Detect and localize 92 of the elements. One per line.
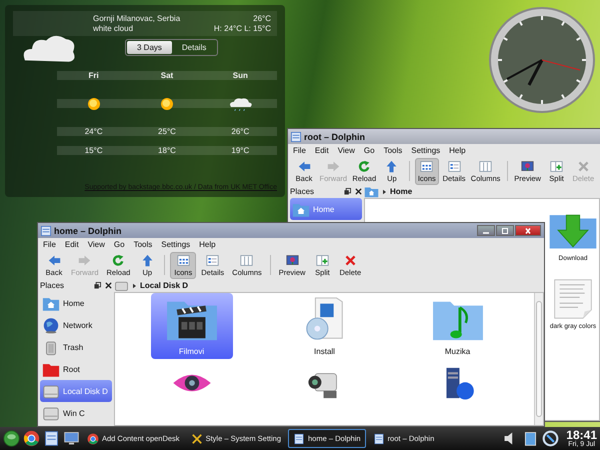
places-item[interactable]: Home — [290, 198, 362, 220]
detach-icon[interactable] — [94, 282, 101, 289]
forward-icon — [326, 160, 340, 172]
drive-icon — [42, 404, 60, 422]
back-icon — [298, 160, 310, 172]
window-title: root – Dolphin — [304, 132, 365, 142]
columns-icon — [479, 160, 492, 172]
panel-title: Places — [40, 281, 64, 290]
columns-icon — [240, 254, 254, 266]
high-temperature: 26°C — [230, 127, 250, 136]
file-manager-icon — [291, 132, 301, 142]
panel-title: Places — [290, 187, 314, 196]
icons-icon — [176, 254, 190, 266]
icon-view-entry[interactable]: Muzika — [416, 293, 498, 359]
up-icon — [140, 254, 154, 266]
drive-icon — [42, 382, 60, 400]
high-temperature: 25°C — [157, 127, 177, 136]
menu-item[interactable]: Help — [449, 146, 466, 155]
places-item[interactable]: Home — [40, 292, 112, 314]
places-item[interactable]: Trash — [40, 336, 112, 358]
icons-icon — [420, 160, 434, 172]
menu-item[interactable]: Go — [364, 146, 375, 155]
low-temperature: 15°C — [84, 146, 104, 155]
location-text: Gornji Milanovac, Serbia — [93, 14, 180, 23]
breadcrumb-item[interactable]: Local Disk D — [140, 281, 188, 290]
browser-icon — [87, 432, 99, 444]
chevron-icon — [132, 282, 137, 288]
delete-icon — [576, 160, 590, 172]
day-label: Sat — [160, 71, 174, 80]
tab[interactable]: 3 Days — [127, 41, 172, 54]
menu-item[interactable]: Tools — [134, 240, 152, 249]
menu-item[interactable]: Tools — [384, 146, 402, 155]
icon-view-entry[interactable]: Install — [284, 293, 366, 359]
reload-icon — [112, 254, 125, 266]
places-item[interactable]: Root — [40, 358, 112, 380]
menu-item[interactable]: View — [88, 240, 105, 249]
details-icon — [448, 160, 461, 172]
file-manager-icon[interactable] — [43, 430, 60, 447]
temperature-text: 26°C — [253, 14, 271, 23]
low-temperature: 19°C — [230, 146, 250, 155]
details-icon — [206, 254, 220, 266]
split-icon — [550, 160, 564, 172]
tab[interactable]: Details — [172, 41, 216, 54]
file-manager-icon — [41, 226, 51, 236]
split-icon — [316, 254, 329, 266]
file-manager-icon — [293, 432, 306, 444]
preview-icon — [521, 160, 534, 172]
clock-time[interactable]: 18:41 — [566, 429, 597, 441]
reload-icon — [358, 160, 371, 172]
menu-item[interactable]: View — [338, 146, 355, 155]
up-icon — [385, 160, 398, 172]
maximize-button[interactable] — [496, 225, 514, 236]
high-low-text: H: 24°C L: 15°C — [214, 24, 271, 33]
forward-icon — [78, 254, 92, 266]
network-icon[interactable] — [542, 430, 560, 447]
menu-item[interactable]: Settings — [161, 240, 190, 249]
day-label: Sun — [232, 71, 249, 80]
menu-item[interactable]: File — [293, 146, 306, 155]
window-title: home – Dolphin — [54, 226, 122, 236]
minimize-button[interactable] — [477, 225, 495, 236]
file-manager-icon — [372, 432, 385, 444]
preview-icon — [286, 254, 299, 266]
delete-icon — [344, 254, 357, 266]
low-temperature: 18°C — [157, 146, 177, 155]
high-temperature: 24°C — [84, 127, 104, 136]
condition-text: white cloud — [93, 24, 134, 33]
back-icon — [48, 254, 60, 266]
tools-icon — [190, 432, 203, 444]
close-icon — [523, 226, 533, 234]
menu-item[interactable]: Edit — [314, 146, 329, 155]
day-label: Fri — [88, 71, 100, 80]
close-button[interactable] — [515, 225, 541, 236]
monitor-icon[interactable] — [63, 430, 80, 447]
breadcrumb-item[interactable]: Home — [390, 187, 412, 196]
menu-item[interactable]: Settings — [411, 146, 440, 155]
menu-item[interactable]: File — [43, 240, 56, 249]
menu-item[interactable]: Help — [199, 240, 216, 249]
maximize-icon — [500, 226, 510, 234]
places-item[interactable]: Network — [40, 314, 112, 336]
browser-icon[interactable] — [23, 430, 40, 447]
places-item[interactable]: Local Disk D — [40, 380, 112, 402]
menu-item[interactable]: Edit — [64, 240, 79, 249]
icon-view-entry[interactable]: Filmovi — [150, 293, 232, 359]
close-icon[interactable] — [355, 188, 362, 195]
scrollbar[interactable] — [534, 293, 543, 425]
detach-icon[interactable] — [344, 188, 351, 195]
places-item[interactable]: Win C — [40, 402, 112, 424]
chevron-icon — [382, 188, 387, 194]
globe-icon — [42, 316, 60, 334]
close-icon[interactable] — [105, 282, 112, 289]
menu-item[interactable]: Go — [114, 240, 125, 249]
app-launcher-icon[interactable] — [3, 430, 20, 447]
